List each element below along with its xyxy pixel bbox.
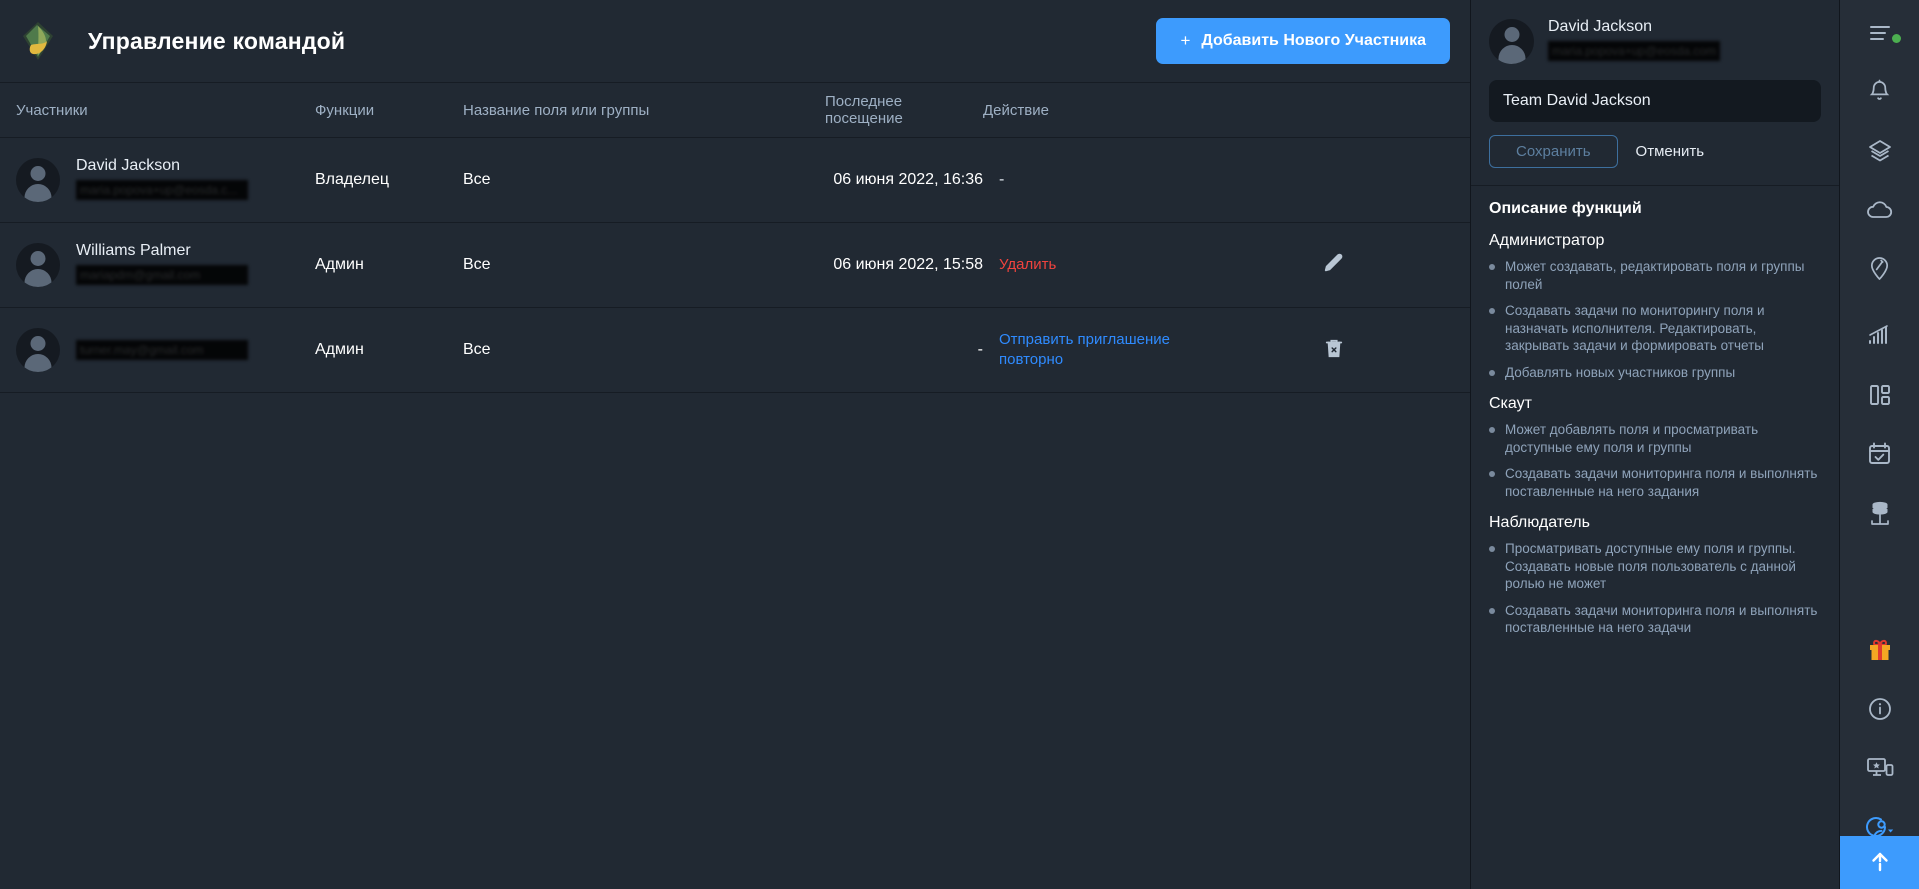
calendar-check-icon[interactable]	[1840, 433, 1919, 474]
database-icon[interactable]	[1840, 492, 1919, 533]
page-title: Управление командой	[88, 27, 346, 54]
icon-rail	[1840, 0, 1919, 889]
avatar	[16, 243, 60, 287]
avatar	[16, 328, 60, 372]
main-content: Управление командой + Добавить Нового Уч…	[0, 0, 1471, 889]
table-row[interactable]: Williams Palmer mariapdm@gmail.com Админ…	[0, 223, 1470, 308]
action-dash: -	[999, 171, 1005, 188]
role-section-title-scout: Скаут	[1489, 395, 1532, 412]
cloud-icon[interactable]	[1840, 189, 1919, 230]
column-header-role: Функции	[315, 101, 375, 119]
devices-star-icon[interactable]	[1840, 747, 1919, 788]
list-item: Добавлять новых участников группы	[1489, 364, 1821, 382]
list-item: Создавать задачи мониторинга поля и выпо…	[1489, 602, 1821, 637]
role-section-title-admin: Администратор	[1489, 232, 1605, 249]
member-action: -	[983, 171, 1198, 189]
panel-action-buttons: Сохранить Отменить	[1471, 122, 1839, 168]
menu-lines-icon[interactable]	[1840, 12, 1919, 53]
edit-member-button[interactable]	[1323, 252, 1345, 274]
add-new-member-label: Добавить Нового Участника	[1201, 32, 1426, 49]
column-header-field: Название поля или группы	[463, 101, 650, 119]
cancel-button[interactable]: Отменить	[1636, 143, 1705, 160]
role-items-observer: Просматривать доступные ему поля и групп…	[1489, 540, 1821, 637]
dashboard-grid-icon[interactable]	[1840, 374, 1919, 415]
list-item: Просматривать доступные ему поля и групп…	[1489, 540, 1821, 593]
avatar	[1489, 18, 1534, 64]
member-field: Все	[463, 341, 491, 358]
pencil-icon	[1323, 252, 1345, 274]
team-name-input[interactable]	[1489, 80, 1821, 122]
column-header-last-visit: Последнее посещение	[825, 93, 903, 127]
panel-user-header: David Jackson maria.popova+up@eosda.com	[1471, 0, 1839, 68]
member-field: Все	[463, 171, 491, 188]
arrow-up-icon	[1869, 850, 1891, 876]
resend-invitation-link[interactable]: Отправить приглашение повторно	[999, 331, 1170, 368]
delete-member-button[interactable]	[1323, 337, 1345, 359]
table-row[interactable]: David Jackson maria.popova+up@eosda.c...…	[0, 138, 1470, 223]
member-action[interactable]: Отправить приглашение повторно	[983, 330, 1198, 370]
list-item: Создавать задачи по мониторингу поля и н…	[1489, 302, 1821, 355]
avatar	[16, 158, 60, 202]
member-role: Админ	[315, 341, 364, 358]
plus-icon: +	[1180, 31, 1191, 50]
members-table: Участники Функции Название поля или груп…	[0, 83, 1470, 393]
table-header-row: Участники Функции Название поля или груп…	[0, 83, 1470, 138]
member-role: Владелец	[315, 171, 390, 188]
bell-icon[interactable]	[1840, 71, 1919, 112]
member-email-redacted: mariapdm@gmail.com	[76, 264, 248, 285]
member-field: Все	[463, 256, 491, 273]
table-row[interactable]: turner.may@gmail.com Админ Все - Отправи…	[0, 308, 1470, 393]
role-items-admin: Может создавать, редактировать поля и гр…	[1489, 258, 1821, 381]
member-cell: turner.may@gmail.com	[0, 328, 315, 372]
scroll-to-top-button[interactable]	[1840, 836, 1919, 889]
panel-user-email-redacted: maria.popova+up@eosda.com	[1548, 40, 1720, 61]
gift-icon[interactable]	[1840, 629, 1919, 670]
panel-user-name: David Jackson	[1548, 17, 1653, 35]
team-details-panel: David Jackson maria.popova+up@eosda.com …	[1471, 0, 1840, 889]
member-last-visit: 06 июня 2022, 15:58	[833, 256, 983, 273]
roles-title: Описание функций	[1489, 200, 1642, 217]
status-badge	[1892, 34, 1901, 43]
add-new-member-button[interactable]: + Добавить Нового Участника	[1156, 18, 1450, 64]
leaf-logo-icon	[18, 19, 58, 63]
map-pin-edit-icon[interactable]	[1840, 248, 1919, 289]
role-items-scout: Может добавлять поля и просматривать дос…	[1489, 421, 1821, 500]
member-cell: Williams Palmer mariapdm@gmail.com	[0, 241, 315, 290]
delete-member-link[interactable]: Удалить	[999, 256, 1056, 273]
member-cell: David Jackson maria.popova+up@eosda.c...	[0, 156, 315, 205]
member-name: Williams Palmer	[76, 241, 191, 259]
role-section-title-observer: Наблюдатель	[1489, 514, 1590, 531]
member-last-visit: 06 июня 2022, 16:36	[833, 171, 983, 188]
member-email-redacted: turner.may@gmail.com	[76, 339, 248, 360]
info-icon[interactable]	[1840, 688, 1919, 729]
column-header-action: Действие	[983, 101, 1049, 119]
member-role: Админ	[315, 256, 364, 273]
top-bar: Управление командой + Добавить Нового Уч…	[0, 0, 1470, 83]
app-root: Управление командой + Добавить Нового Уч…	[0, 0, 1919, 889]
list-item: Может добавлять поля и просматривать дос…	[1489, 421, 1821, 456]
list-item: Может создавать, редактировать поля и гр…	[1489, 258, 1821, 293]
save-button[interactable]: Сохранить	[1489, 135, 1618, 168]
column-header-members: Участники	[16, 101, 88, 119]
member-last-visit: -	[977, 341, 983, 358]
layers-icon[interactable]	[1840, 130, 1919, 171]
row-icon-cell	[1198, 252, 1470, 279]
row-icon-cell	[1198, 337, 1470, 364]
analytics-chart-icon[interactable]	[1840, 315, 1919, 356]
trash-icon	[1323, 337, 1345, 359]
member-action[interactable]: Удалить	[983, 256, 1198, 274]
member-name: David Jackson	[76, 156, 181, 174]
roles-description: Описание функций Администратор Может соз…	[1471, 186, 1839, 646]
list-item: Создавать задачи мониторинга поля и выпо…	[1489, 465, 1821, 500]
member-email-redacted: maria.popova+up@eosda.c...	[76, 179, 248, 200]
